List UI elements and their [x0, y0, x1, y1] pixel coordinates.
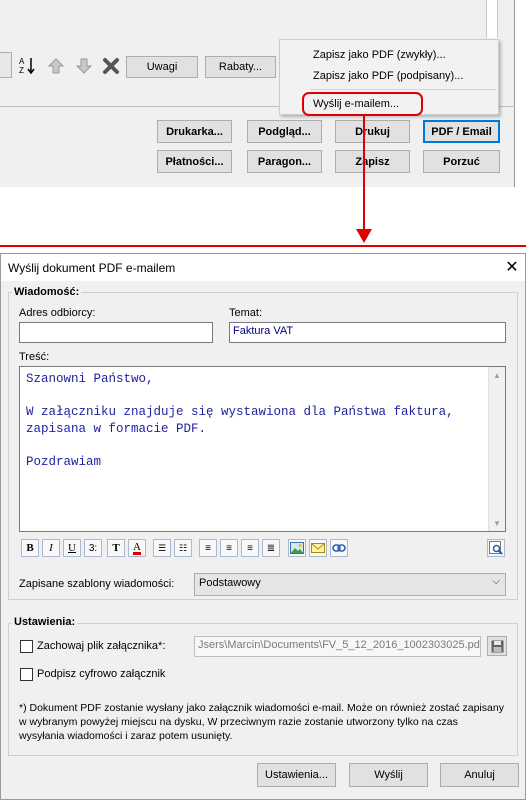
toolbar-partial-button[interactable] — [0, 52, 12, 78]
bold-icon[interactable]: B — [21, 539, 39, 557]
align-right-icon[interactable]: ≡ — [241, 539, 259, 557]
text-style-icon[interactable]: T — [107, 539, 125, 557]
annotation-arrow-head-icon — [356, 229, 372, 246]
porzuc-button[interactable]: Porzuć — [423, 150, 500, 173]
insert-image-icon[interactable] — [288, 539, 306, 557]
format-toolbar: B I U 3: T A ☰ ☷ ≡ ≡ ≡ ≣ — [21, 539, 511, 559]
align-justify-icon[interactable]: ≣ — [262, 539, 280, 557]
numbered-list-icon[interactable]: ☰ — [153, 539, 171, 557]
menu-separator — [310, 89, 496, 90]
recipient-label: Adres odbiorcy: — [19, 307, 96, 319]
templates-label: Zapisane szablony wiadomości: — [19, 578, 175, 590]
bullet-list-icon[interactable]: ☷ — [174, 539, 192, 557]
app-vertical-scrollbar[interactable] — [486, 0, 498, 38]
drukuj-button[interactable]: Drukuj — [335, 120, 410, 143]
settings-button[interactable]: Ustawienia... — [257, 763, 336, 787]
annotation-arrow-line — [363, 115, 365, 233]
body-label: Treść: — [19, 351, 50, 363]
floppy-disk-icon — [491, 640, 503, 652]
annotation-highlight-box — [302, 92, 423, 116]
underline-icon[interactable]: U — [63, 539, 81, 557]
chevron-down-icon: ⌵ — [492, 576, 500, 587]
recipient-input[interactable] — [19, 322, 213, 343]
sign-attachment-label[interactable]: Podpisz cyfrowo załącznik — [37, 668, 165, 680]
sort-az-icon[interactable]: AZ — [16, 54, 38, 76]
subject-input[interactable]: Faktura VAT — [229, 322, 506, 343]
align-center-icon[interactable]: ≡ — [220, 539, 238, 557]
drukarka-button[interactable]: Drukarka... — [157, 120, 232, 143]
close-icon[interactable]: ✕ — [501, 256, 523, 278]
font-size-icon[interactable]: 3: — [84, 539, 102, 557]
body-editor[interactable]: Szanowni Państwo, W załączniku znajduje … — [19, 366, 506, 532]
rabaty-button[interactable]: Rabaty... — [205, 56, 276, 78]
scroll-up-icon[interactable]: ▲ — [489, 367, 505, 383]
uwagi-button[interactable]: Uwagi — [126, 56, 198, 78]
font-color-icon[interactable]: A — [128, 539, 146, 557]
send-button[interactable]: Wyślij — [349, 763, 428, 787]
delete-icon[interactable] — [100, 55, 122, 77]
move-up-icon[interactable] — [45, 55, 67, 77]
paragon-button[interactable]: Paragon... — [247, 150, 322, 173]
insert-field-icon[interactable] — [309, 539, 327, 557]
sign-attachment-checkbox[interactable] — [20, 668, 33, 681]
annotation-divider-line — [0, 245, 526, 247]
zapisz-button[interactable]: Zapisz — [335, 150, 410, 173]
align-left-icon[interactable]: ≡ — [199, 539, 217, 557]
dialog-title: Wyślij dokument PDF e-mailem — [8, 261, 176, 275]
scroll-down-icon[interactable]: ▼ — [489, 515, 505, 531]
italic-icon[interactable]: I — [42, 539, 60, 557]
cancel-button[interactable]: Anuluj — [440, 763, 519, 787]
menu-item-save-pdf-plain[interactable]: Zapisz jako PDF (zwykły)... — [313, 49, 446, 61]
preview-icon[interactable] — [487, 539, 505, 557]
move-down-icon[interactable] — [73, 55, 95, 77]
keep-attachment-label[interactable]: Zachowaj plik załącznika*: — [37, 640, 165, 652]
pdf-email-button[interactable]: PDF / Email — [423, 120, 500, 143]
subject-label: Temat: — [229, 307, 263, 319]
settings-group-legend: Ustawienia: — [12, 616, 78, 628]
attachment-path-input[interactable]: Jsers\Marcin\Documents\FV_5_12_2016_1002… — [194, 636, 481, 657]
dialog-titlebar: Wyślij dokument PDF e-mailem ✕ — [1, 254, 525, 281]
svg-text:A: A — [19, 57, 25, 66]
attachment-note: *) Dokument PDF zostanie wysłany jako za… — [19, 702, 504, 742]
templates-dropdown[interactable]: Podstawowy ⌵ — [194, 573, 506, 596]
save-path-button[interactable] — [487, 636, 507, 656]
insert-link-icon[interactable] — [330, 539, 348, 557]
platnosci-button[interactable]: Płatności... — [157, 150, 232, 173]
keep-attachment-checkbox[interactable] — [20, 640, 33, 653]
message-group-legend: Wiadomość: — [12, 286, 82, 298]
body-text[interactable]: Szanowni Państwo, W załączniku znajduje … — [20, 367, 505, 474]
menu-item-save-pdf-signed[interactable]: Zapisz jako PDF (podpisany)... — [313, 70, 463, 82]
templates-dropdown-value: Podstawowy — [199, 577, 261, 589]
podglad-button[interactable]: Podgląd... — [247, 120, 322, 143]
svg-text:Z: Z — [19, 66, 24, 75]
body-scrollbar[interactable]: ▲ ▼ — [488, 367, 505, 531]
send-pdf-email-dialog: Wyślij dokument PDF e-mailem ✕ Wiadomość… — [0, 253, 526, 800]
